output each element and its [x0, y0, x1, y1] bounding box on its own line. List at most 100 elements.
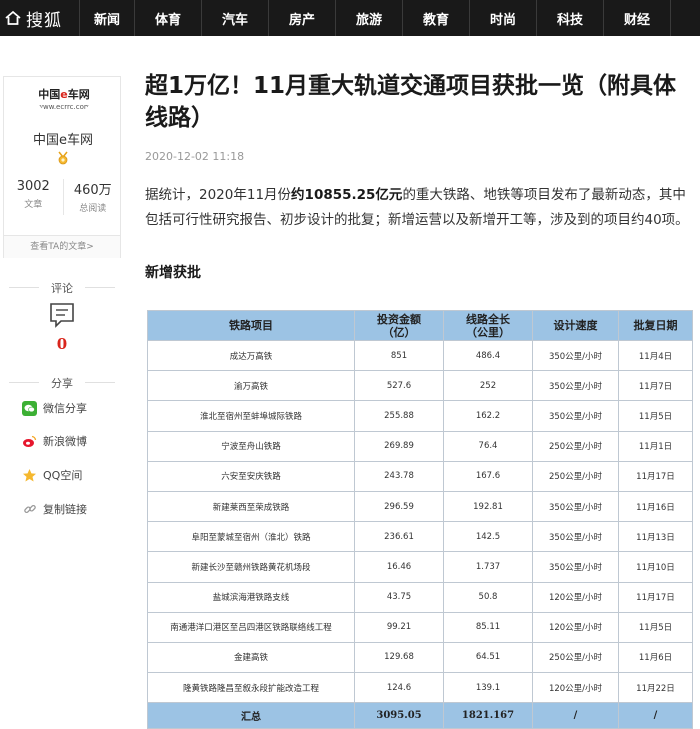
nav-item-realestate[interactable]: 房产 [269, 0, 335, 36]
table-cell: 76.4 [443, 430, 533, 462]
total-cell: 3095.05 [354, 702, 444, 729]
medal-icon [58, 151, 68, 165]
share-label-text: 复制链接 [43, 503, 87, 516]
table-row: 渝万高铁 527.6 252 350公里/小时 11月7日 [147, 370, 693, 402]
lead-text: 据统计，2020年11月份 [145, 187, 292, 203]
table-row: 宁波至舟山铁路 269.89 76.4 250公里/小时 11月1日 [147, 430, 693, 462]
wechat-icon [22, 400, 37, 416]
table-cell: 350公里/小时 [532, 521, 619, 553]
column-header-text: （公里） [466, 325, 510, 339]
table-cell: 250公里/小时 [532, 460, 619, 492]
nav-item-fashion[interactable]: 时尚 [470, 0, 536, 36]
share-weibo[interactable]: 新浪微博 [22, 431, 87, 451]
table-cell: 11月5日 [618, 400, 693, 432]
table-cell: 11月5日 [618, 611, 693, 643]
table-cell: 南通港洋口港区至吕四港区铁路联络线工程 [147, 611, 355, 643]
share-qzone[interactable]: QQ空间 [22, 465, 82, 485]
share-label-text: QQ空间 [43, 469, 83, 482]
sohu-logo[interactable]: 搜狐 [0, 0, 80, 36]
table-row: 六安至安庆铁路 243.78 167.6 250公里/小时 11月17日 [147, 460, 693, 492]
table-cell: 淮北至宿州至蚌埠城际铁路 [147, 400, 355, 432]
table-cell: 527.6 [354, 370, 444, 402]
share-wechat[interactable]: 微信分享 [22, 398, 87, 418]
column-header-text: 设计速度 [553, 319, 598, 332]
total-cell: 1821.167 [443, 702, 533, 729]
avatar-brand-part: 车网 [67, 87, 90, 101]
nav-item-news[interactable]: 新闻 [80, 0, 134, 36]
table-cell: 85.11 [443, 611, 533, 643]
avatar[interactable]: 中国e车网 www.ecrrc.com [34, 78, 94, 118]
nav-item-sports[interactable]: 体育 [135, 0, 201, 36]
total-cell: / [618, 702, 693, 729]
total-cell: / [532, 702, 619, 729]
table-cell: 486.4 [443, 339, 533, 372]
table-cell: 350公里/小时 [532, 339, 619, 372]
stat-label: 文章 [24, 200, 43, 210]
table-row: 新建莱西至荣成铁路 296.59 192.81 350公里/小时 11月16日 [147, 490, 693, 523]
table-cell: 新建莱西至荣成铁路 [147, 490, 355, 523]
nav-item-auto[interactable]: 汽车 [202, 0, 268, 36]
view-articles-link[interactable]: 查看TA的文章> [4, 235, 120, 258]
table-cell: 250公里/小时 [532, 430, 619, 462]
table-row: 金建高铁 129.68 64.51 250公里/小时 11月6日 [147, 641, 693, 674]
comment-icon[interactable] [49, 302, 75, 328]
comment-count[interactable]: 0 [3, 335, 121, 353]
table-row: 南通港洋口港区至吕四港区铁路联络线工程 99.21 85.11 120公里/小时 11月… [147, 611, 693, 643]
nav-item-finance[interactable]: 财经 [604, 0, 670, 36]
avatar-brand: 中国e车网 [38, 86, 89, 102]
stat-number: 460万 [73, 183, 112, 198]
table-cell: 252 [443, 370, 533, 402]
comment-label: 评论 [3, 280, 121, 296]
table-cell: 162.2 [443, 400, 533, 432]
nav-item-travel[interactable]: 旅游 [336, 0, 402, 36]
table-cell: 阜阳至蒙城至宿州（淮北）铁路 [147, 521, 355, 553]
table-cell: 16.46 [354, 551, 444, 583]
table-cell: 236.61 [354, 521, 444, 553]
article-lead: 据统计，2020年11月份约10855.25亿元的重大铁路、地铁等项目发布了最新… [145, 183, 690, 233]
column-header-text: 投资金额 [377, 312, 421, 326]
table-row: 阜阳至蒙城至宿州（淮北）铁路 236.61 142.5 350公里/小时 11月13日 [147, 521, 693, 553]
table-cell: 167.6 [443, 460, 533, 492]
table-row: 成达万高铁 851 486.4 350公里/小时 11月4日 [147, 339, 693, 372]
column-header-text: 批复日期 [633, 319, 678, 332]
column-header-text: （亿） [382, 325, 416, 339]
top-navigation-bar: 搜狐 新闻 体育 汽车 房产 旅游 教育 时尚 科技 财经 [0, 0, 700, 36]
link-icon [22, 501, 37, 517]
column-header: 线路全长 （公里） [443, 310, 533, 341]
column-header: 设计速度 [532, 310, 619, 341]
table-cell: 350公里/小时 [532, 400, 619, 432]
table-cell: 64.51 [443, 641, 533, 674]
qzone-icon [22, 467, 37, 483]
table-row: 隆黄铁路隆昌至叙永段扩能改造工程 124.6 139.1 120公里/小时 11月22日 [147, 672, 693, 704]
table-cell: 99.21 [354, 611, 444, 643]
column-header: 批复日期 [618, 310, 693, 341]
table-cell: 250公里/小时 [532, 641, 619, 674]
column-header-text: 铁路项目 [229, 319, 273, 332]
author-name[interactable]: 中国e车网 [4, 129, 122, 148]
table-cell: 269.89 [354, 430, 444, 462]
share-copy-link[interactable]: 复制链接 [22, 499, 87, 519]
table-row: 淮北至宿州至蚌埠城际铁路 255.88 162.2 350公里/小时 11月5日 [147, 400, 693, 432]
lead-highlight: 约10855.25亿元 [291, 187, 403, 203]
table-cell: 139.1 [443, 672, 533, 704]
table-cell: 11月22日 [618, 672, 693, 704]
table-cell: 296.59 [354, 490, 444, 523]
table-cell: 11月17日 [618, 581, 693, 613]
table-cell: 11月6日 [618, 641, 693, 674]
home-icon [5, 10, 21, 25]
column-header-text: 线路全长 [466, 312, 510, 326]
table-cell: 350公里/小时 [532, 551, 619, 583]
column-header: 投资金额 （亿） [354, 310, 444, 341]
article-title: 超1万亿！11月重大轨道交通项目获批一览（附具体线路） [145, 73, 677, 131]
table-cell: 120公里/小时 [532, 611, 619, 643]
table-cell: 255.88 [354, 400, 444, 432]
table-cell: 盐城滨海港铁路支线 [147, 581, 355, 613]
table-cell: 120公里/小时 [532, 581, 619, 613]
stat-number: 3002 [16, 179, 50, 194]
avatar-brand-part: 中国 [38, 87, 61, 101]
nav-item-tech[interactable]: 科技 [537, 0, 603, 36]
table-cell: 350公里/小时 [532, 370, 619, 402]
table-cell: 50.8 [443, 581, 533, 613]
table-cell: 11月17日 [618, 460, 693, 492]
nav-item-education[interactable]: 教育 [403, 0, 469, 36]
